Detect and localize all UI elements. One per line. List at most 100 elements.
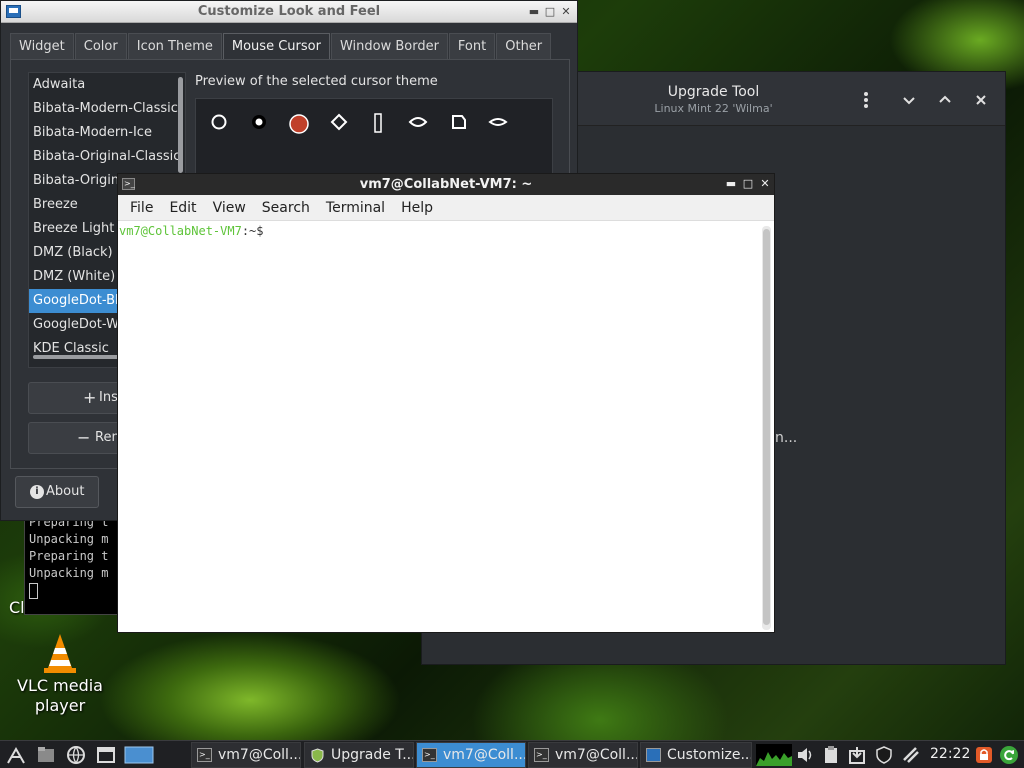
minimize-icon[interactable]: ▬ [724,177,738,191]
terminal-menubar: File Edit View Search Terminal Help [118,195,774,221]
vlc-label-line2: player [34,696,86,715]
taskbar: >_ vm7@Coll... Upgrade T... >_ vm7@Coll.… [0,740,1024,768]
menu-search[interactable]: Search [254,195,318,220]
prompt-user: vm7@CollabNet-VM7 [119,224,242,238]
lock-icon[interactable] [974,745,994,765]
close-icon[interactable]: ✕ [758,177,772,191]
tab-bar: Widget Color Icon Theme Mouse Cursor Win… [10,33,552,60]
cursor-preview-box [195,98,553,178]
menu-help[interactable]: Help [393,195,441,220]
vlc-cone-icon [44,634,76,673]
taskbar-item-label: Customize... [667,747,752,763]
tab-mouse-cursor[interactable]: Mouse Cursor [222,33,330,60]
list-item[interactable]: Bibata-Modern-Ice [29,121,185,145]
vlc-label-line1: VLC media [17,676,103,695]
cpu-monitor-icon[interactable] [756,744,792,766]
tab-font[interactable]: Font [448,33,496,59]
terminal-icon: >_ [197,748,212,762]
info-icon: i [30,485,44,499]
terminal-cursor [29,583,38,599]
install-label: Ins [99,390,118,405]
list-item[interactable]: Adwaita [29,73,185,97]
customize-titlebar[interactable]: Customize Look and Feel ▬ □ ✕ [1,1,577,23]
remove-button[interactable]: − Ren [28,422,128,454]
upgrade-text-fragment: n... [775,430,798,446]
cursor-text-icon [374,113,382,133]
terminal-icon: >_ [534,748,549,762]
list-item[interactable]: Bibata-Original-Classic [29,145,185,169]
updates-icon[interactable] [847,745,867,765]
taskbar-item-terminal-1[interactable]: >_ vm7@Coll... [191,742,301,768]
terminal-window[interactable]: >_ vm7@CollabNet-VM7: ~ ▬ □ ✕ File Edit … [117,173,775,633]
install-button[interactable]: + Ins [28,382,128,414]
taskbar-item-upgrade-tool[interactable]: Upgrade T... [304,742,414,768]
taskbar-item-label: Upgrade T... [331,747,414,763]
terminal-prompt[interactable]: vm7@CollabNet-VM7:~$ [119,224,264,238]
cursor-eye-icon [408,117,428,127]
shield-icon [311,748,324,763]
bg-term-line: Unpacking m [29,566,109,580]
maximize-chevron-icon[interactable] [935,90,955,110]
plus-icon: + [83,388,97,407]
cursor-square-icon [452,115,466,129]
partial-desktop-label[interactable]: Cl [9,598,25,617]
list-item[interactable]: Bibata-Modern-Classic [29,97,185,121]
scrollbar-thumb[interactable] [763,229,770,625]
kebab-menu-icon[interactable] [856,90,876,110]
network-icon[interactable] [901,745,921,765]
close-icon[interactable]: ✕ [559,5,573,19]
menu-file[interactable]: File [122,195,161,220]
menu-view[interactable]: View [205,195,254,220]
remove-label: Ren [95,430,120,445]
cursor-dot-icon [252,115,266,129]
tab-other[interactable]: Other [496,33,552,59]
bg-term-line: Unpacking m [29,532,109,546]
refresh-icon[interactable] [999,745,1019,765]
maximize-icon[interactable]: □ [543,5,557,19]
close-icon[interactable] [971,90,991,110]
tab-window-border[interactable]: Window Border [330,33,448,59]
terminal-title: vm7@CollabNet-VM7: ~ [359,177,533,192]
terminal-icon: >_ [422,748,437,762]
minimize-chevron-icon[interactable] [899,90,919,110]
menu-terminal[interactable]: Terminal [318,195,393,220]
taskbar-item-terminal-2[interactable]: >_ vm7@Coll... [416,742,526,768]
start-menu-icon[interactable] [6,745,26,765]
cursor-lens-icon [488,118,508,126]
minimize-icon[interactable]: ▬ [527,5,541,19]
terminal-titlebar[interactable]: >_ vm7@CollabNet-VM7: ~ ▬ □ ✕ [118,174,774,195]
show-desktop-icon[interactable] [96,745,116,765]
customize-title: Customize Look and Feel [197,4,381,19]
maximize-icon[interactable]: □ [741,177,755,191]
terminal-scrollbar[interactable] [762,226,771,630]
minus-icon: − [77,428,91,447]
tab-color[interactable]: Color [74,33,127,59]
clock[interactable]: 22:22 [930,746,970,762]
menu-edit[interactable]: Edit [161,195,204,220]
cursor-diamond-icon [330,113,348,131]
file-manager-icon[interactable] [36,745,56,765]
taskbar-item-label: vm7@Coll... [218,747,301,763]
cursor-circle-icon [211,114,227,130]
taskbar-item-label: vm7@Coll... [555,747,638,763]
taskbar-item-terminal-3[interactable]: >_ vm7@Coll... [528,742,638,768]
preview-label: Preview of the selected cursor theme [195,74,438,89]
about-button[interactable]: i About [15,476,99,508]
tab-icon-theme[interactable]: Icon Theme [127,33,222,59]
taskbar-item-customize[interactable]: Customize... [640,742,752,768]
bg-term-line: Preparing t [29,549,109,563]
prompt-path: :~$ [241,224,264,238]
volume-icon[interactable] [795,745,815,765]
update-shield-icon[interactable] [874,745,894,765]
cursor-busy-icon [289,114,309,134]
vlc-desktop-icon[interactable]: VLC media player [8,632,112,716]
background-terminal[interactable]: Preparing t Unpacking m Preparing t Unpa… [24,505,124,615]
taskbar-item-label: vm7@Coll... [443,747,526,763]
about-label: About [46,484,85,499]
vertical-scrollbar[interactable] [178,77,183,173]
workspace-switcher-icon[interactable] [124,745,154,765]
clipboard-icon[interactable] [821,745,841,765]
tab-widget[interactable]: Widget [10,33,74,59]
window-icon [646,748,661,762]
browser-icon[interactable] [66,745,86,765]
